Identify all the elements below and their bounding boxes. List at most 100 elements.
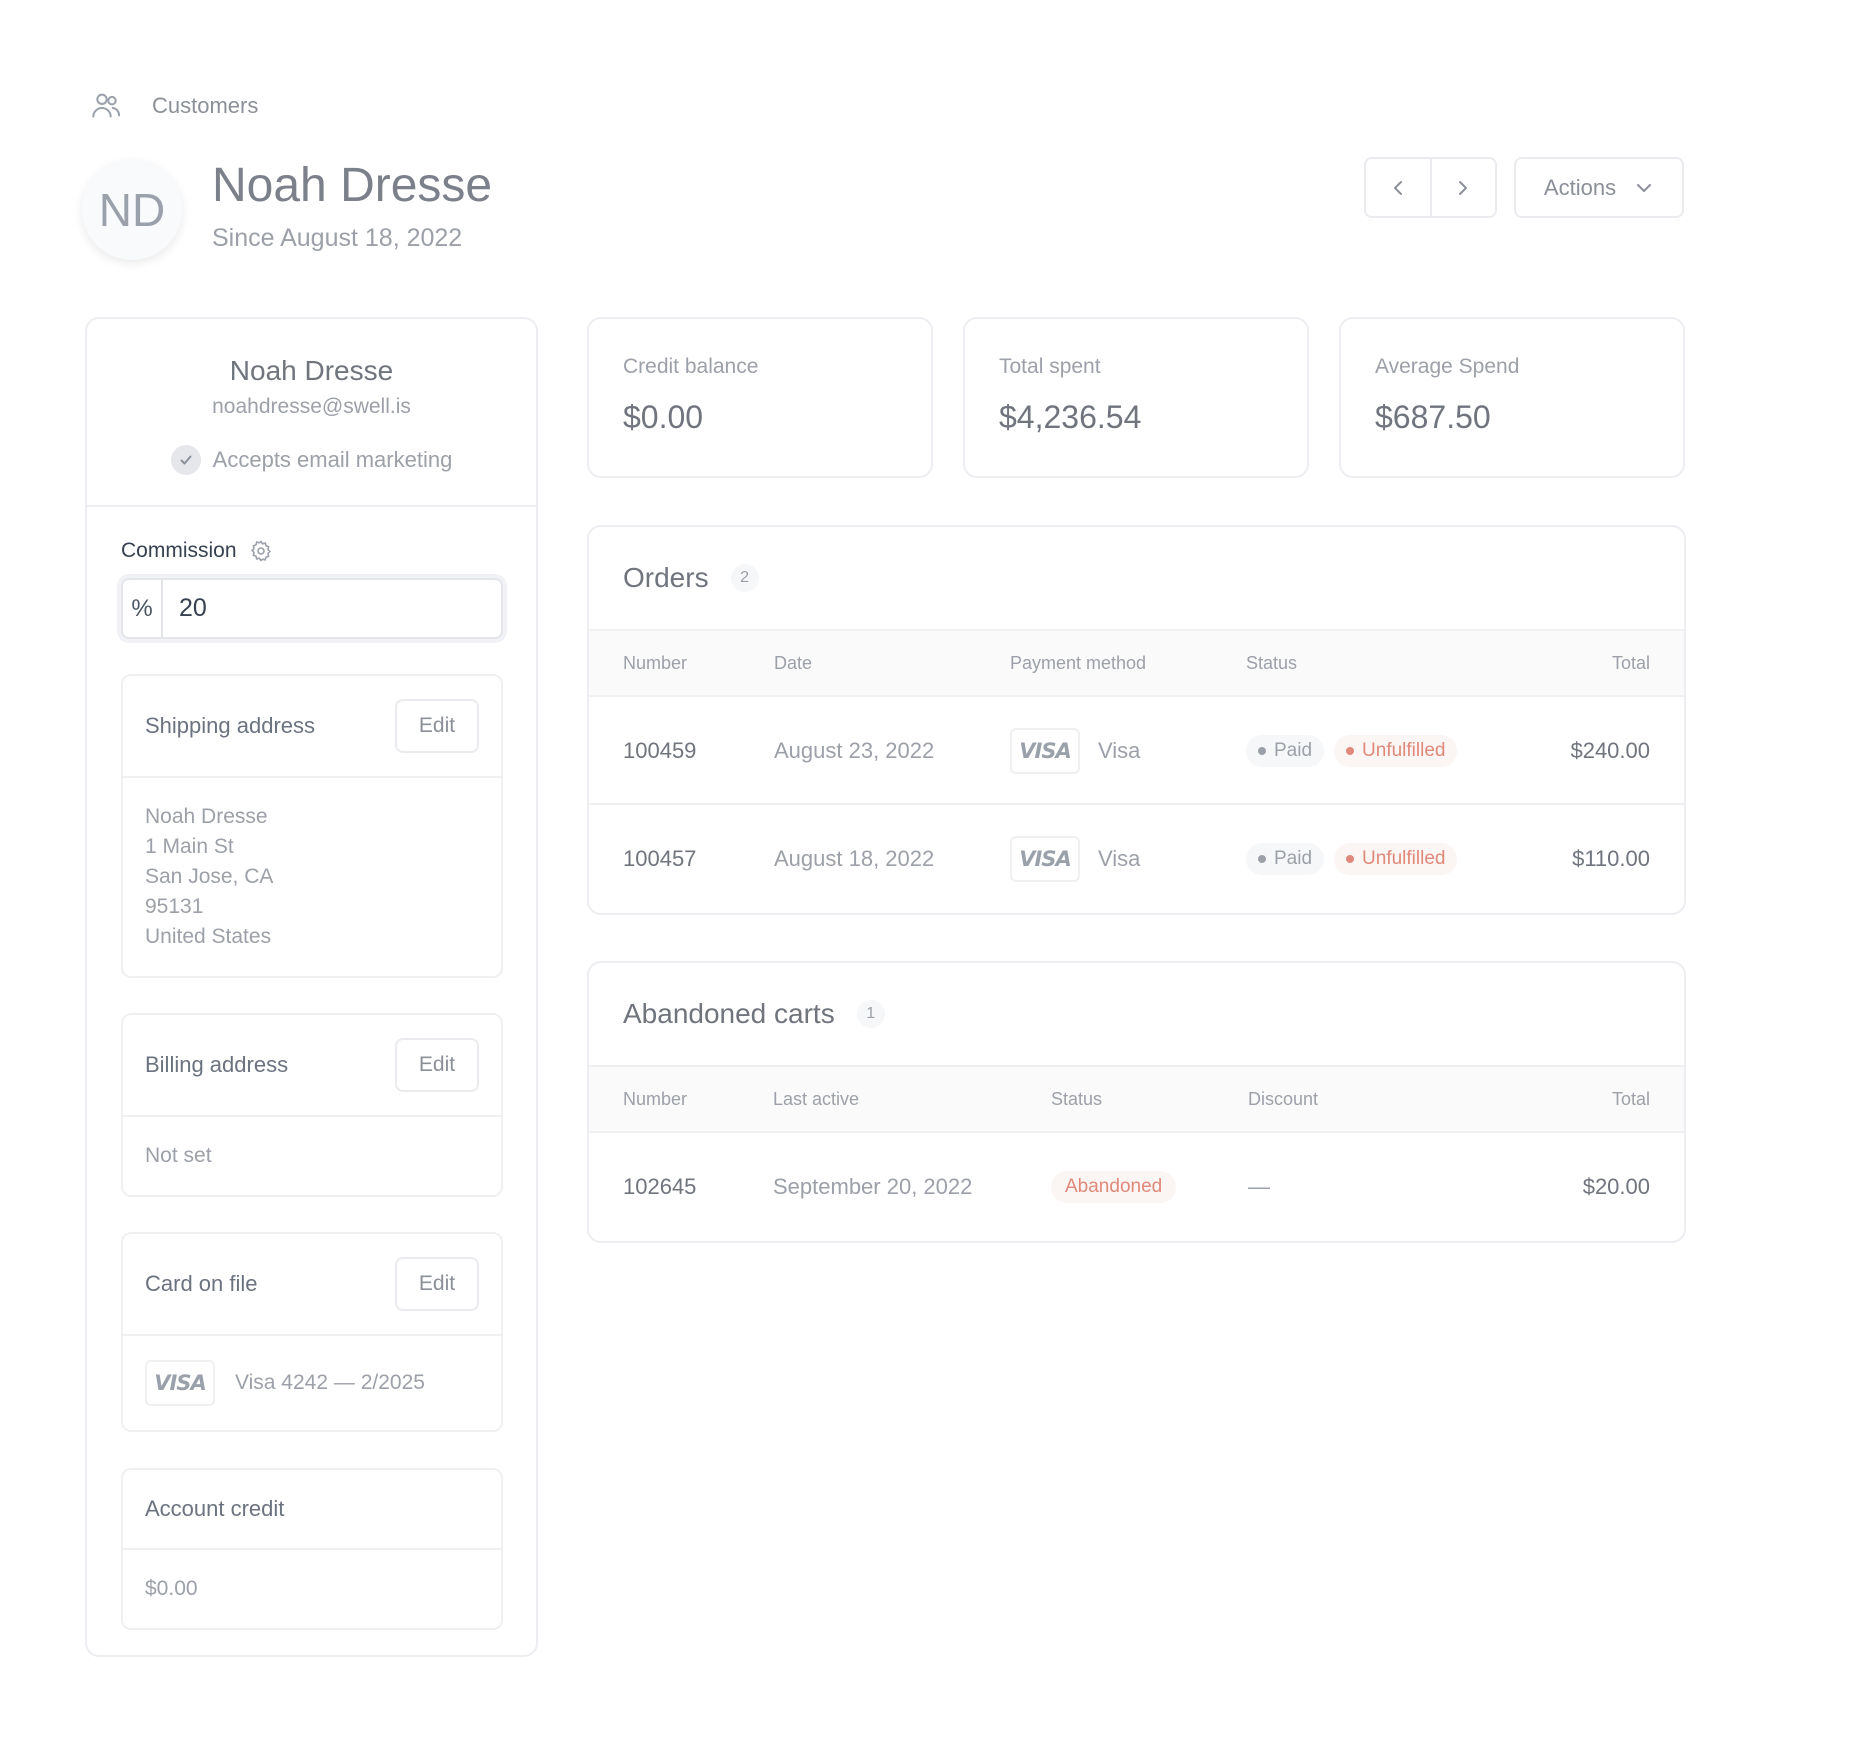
previous-button[interactable] bbox=[1366, 159, 1430, 216]
column-header-payment-method[interactable]: Payment method bbox=[1010, 653, 1146, 674]
shipping-address-body: Noah Dresse 1 Main St San Jose, CA 95131… bbox=[123, 778, 501, 976]
status-badge-unfulfilled: Unfulfilled bbox=[1334, 735, 1458, 767]
abandoned-carts-table-header: Number Last active Status Discount Total bbox=[589, 1065, 1684, 1133]
cart-last-active: September 20, 2022 bbox=[773, 1174, 973, 1199]
check-icon bbox=[170, 445, 201, 475]
account-credit-card: Account credit $0.00 bbox=[121, 1468, 503, 1630]
email-marketing-status: Accepts email marketing bbox=[87, 445, 536, 475]
edit-card-button[interactable]: Edit bbox=[395, 1257, 479, 1311]
order-payment-method: VISA Visa bbox=[1010, 805, 1140, 913]
address-line: 1 Main St bbox=[145, 835, 234, 858]
abandoned-carts-count-badge: 1 bbox=[856, 1000, 885, 1028]
card-on-file-card: Card on file Edit VISA Visa 4242 — 2/202… bbox=[121, 1232, 503, 1432]
order-number: 100459 bbox=[623, 738, 697, 763]
cart-status: Abandoned bbox=[1051, 1133, 1177, 1241]
order-status: Paid Unfulfilled bbox=[1246, 697, 1458, 805]
avatar: ND bbox=[82, 160, 182, 260]
orders-title: Orders bbox=[623, 562, 709, 593]
payment-method-label: Visa bbox=[1098, 846, 1141, 871]
actions-label: Actions bbox=[1543, 174, 1617, 200]
commission-input[interactable] bbox=[163, 580, 501, 637]
column-header-number[interactable]: Number bbox=[623, 1089, 687, 1110]
record-pager bbox=[1364, 157, 1497, 218]
commission-field: % bbox=[121, 578, 503, 639]
order-date: August 18, 2022 bbox=[774, 846, 935, 871]
address-line: Noah Dresse bbox=[145, 805, 268, 828]
table-row[interactable]: 102645 September 20, 2022 Abandoned — $2… bbox=[589, 1133, 1684, 1241]
order-payment-method: VISA Visa bbox=[1010, 697, 1140, 805]
stat-value: $687.50 bbox=[1375, 399, 1491, 435]
customer-detail-page: Customers ND Noah Dresse Since August 18… bbox=[0, 0, 1875, 1756]
stat-label: Credit balance bbox=[623, 355, 759, 378]
card-on-file-body: VISA Visa 4242 — 2/2025 bbox=[123, 1336, 501, 1430]
billing-address-body: Not set bbox=[145, 1144, 212, 1167]
status-badge-paid: Paid bbox=[1246, 843, 1325, 875]
account-credit-header: Account credit bbox=[123, 1470, 501, 1550]
column-header-status[interactable]: Status bbox=[1246, 653, 1297, 674]
orders-table-header: Number Date Payment method Status Total bbox=[589, 629, 1684, 697]
shipping-address-title: Shipping address bbox=[145, 713, 316, 738]
order-number: 100457 bbox=[623, 846, 697, 871]
abandoned-carts-header: Abandoned carts 1 bbox=[589, 963, 1684, 1065]
chevron-right-icon bbox=[1459, 180, 1468, 195]
column-header-status[interactable]: Status bbox=[1051, 1089, 1102, 1110]
orders-header: Orders 2 bbox=[589, 527, 1684, 629]
card-description: Visa 4242 — 2/2025 bbox=[235, 1371, 425, 1394]
status-badge-unfulfilled: Unfulfilled bbox=[1334, 843, 1458, 875]
stat-average-spend: Average Spend $687.50 bbox=[1339, 317, 1685, 478]
commission-label: Commission bbox=[121, 539, 273, 563]
billing-address-header: Billing address Edit bbox=[123, 1015, 501, 1117]
users-icon bbox=[92, 93, 121, 118]
cart-number: 102645 bbox=[623, 1174, 697, 1199]
commission-label-text: Commission bbox=[121, 539, 237, 562]
edit-shipping-button[interactable]: Edit bbox=[395, 699, 479, 753]
stat-value: $4,236.54 bbox=[999, 399, 1142, 435]
profile-name: Noah Dresse bbox=[229, 355, 394, 386]
address-line: 95131 bbox=[145, 895, 204, 918]
visa-logo-icon: VISA bbox=[145, 1360, 215, 1406]
page-title: Noah Dresse bbox=[212, 159, 493, 212]
stat-value: $0.00 bbox=[623, 399, 704, 435]
visa-logo-icon: VISA bbox=[1010, 728, 1080, 774]
stat-label: Average Spend bbox=[1375, 355, 1520, 378]
abandoned-carts-title: Abandoned carts bbox=[623, 998, 835, 1029]
status-badge-paid: Paid bbox=[1246, 735, 1325, 767]
address-line: San Jose, CA bbox=[145, 865, 274, 888]
account-credit-value: $0.00 bbox=[145, 1577, 198, 1600]
stat-label: Total spent bbox=[999, 355, 1101, 378]
column-header-last-active[interactable]: Last active bbox=[773, 1089, 859, 1110]
payment-method-label: Visa bbox=[1098, 738, 1141, 763]
chevron-left-icon bbox=[1393, 180, 1402, 195]
billing-address-title: Billing address bbox=[145, 1052, 289, 1077]
breadcrumb-label: Customers bbox=[152, 93, 259, 118]
gear-icon[interactable] bbox=[249, 539, 273, 563]
percent-prefix: % bbox=[123, 580, 163, 637]
column-header-date[interactable]: Date bbox=[774, 653, 812, 674]
order-total: $110.00 bbox=[1572, 846, 1650, 871]
column-header-discount[interactable]: Discount bbox=[1248, 1089, 1318, 1110]
profile-summary: Noah Dresse noahdresse@swell.is Accepts … bbox=[87, 319, 536, 507]
table-row[interactable]: 100457 August 18, 2022 VISA Visa Paid Un… bbox=[589, 805, 1684, 913]
visa-logo-icon: VISA bbox=[1010, 836, 1080, 882]
table-row[interactable]: 100459 August 23, 2022 VISA Visa Paid Un… bbox=[589, 697, 1684, 805]
shipping-address-card: Shipping address Edit Noah Dresse 1 Main… bbox=[121, 674, 503, 978]
chevron-down-icon bbox=[1637, 183, 1652, 192]
breadcrumb[interactable]: Customers bbox=[90, 90, 258, 122]
card-on-file-header: Card on file Edit bbox=[123, 1234, 501, 1336]
stat-credit-balance: Credit balance $0.00 bbox=[587, 317, 933, 478]
abandoned-carts-card: Abandoned carts 1 Number Last active Sta… bbox=[587, 961, 1686, 1243]
shipping-address-header: Shipping address Edit bbox=[123, 676, 501, 778]
orders-card: Orders 2 Number Date Payment method Stat… bbox=[587, 525, 1686, 915]
edit-billing-button[interactable]: Edit bbox=[395, 1038, 479, 1092]
column-header-number[interactable]: Number bbox=[623, 653, 687, 674]
cart-total: $20.00 bbox=[1582, 1174, 1650, 1199]
order-status: Paid Unfulfilled bbox=[1246, 805, 1458, 913]
actions-button[interactable]: Actions bbox=[1514, 157, 1684, 218]
next-button[interactable] bbox=[1429, 159, 1496, 216]
column-header-total[interactable]: Total bbox=[1612, 1089, 1650, 1110]
profile-email: noahdresse@swell.is bbox=[212, 395, 411, 418]
cart-discount: — bbox=[1248, 1174, 1270, 1199]
column-header-total[interactable]: Total bbox=[1612, 653, 1650, 674]
billing-address-card: Billing address Edit Not set bbox=[121, 1013, 503, 1197]
orders-count-badge: 2 bbox=[730, 564, 759, 592]
